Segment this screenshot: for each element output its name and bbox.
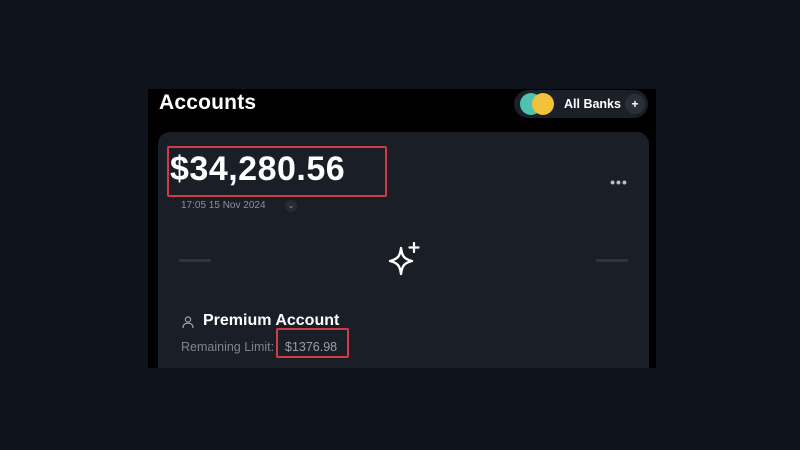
sparkle-icon[interactable]: [385, 241, 423, 279]
bank-logo-icon: [532, 93, 554, 115]
accounts-screen: Accounts All Banks + $34,280.56 17:05 15…: [148, 89, 656, 368]
page-title: Accounts: [159, 91, 257, 114]
limit-highlight-box: [276, 328, 349, 358]
chevron-down-icon[interactable]: ⌄: [285, 200, 297, 212]
all-banks-selector[interactable]: All Banks +: [514, 90, 648, 118]
user-icon: [182, 316, 194, 329]
add-bank-button[interactable]: +: [625, 94, 645, 114]
carousel-indicator-right: [596, 259, 628, 262]
remaining-limit-label: Remaining Limit:: [181, 340, 275, 354]
balance-highlight-box: [167, 146, 387, 197]
more-options-button[interactable]: •••: [608, 175, 630, 191]
carousel-indicator-left: [179, 259, 211, 262]
all-banks-label: All Banks: [564, 97, 621, 111]
balance-timestamp: 17:05 15 Nov 2024: [181, 200, 266, 211]
